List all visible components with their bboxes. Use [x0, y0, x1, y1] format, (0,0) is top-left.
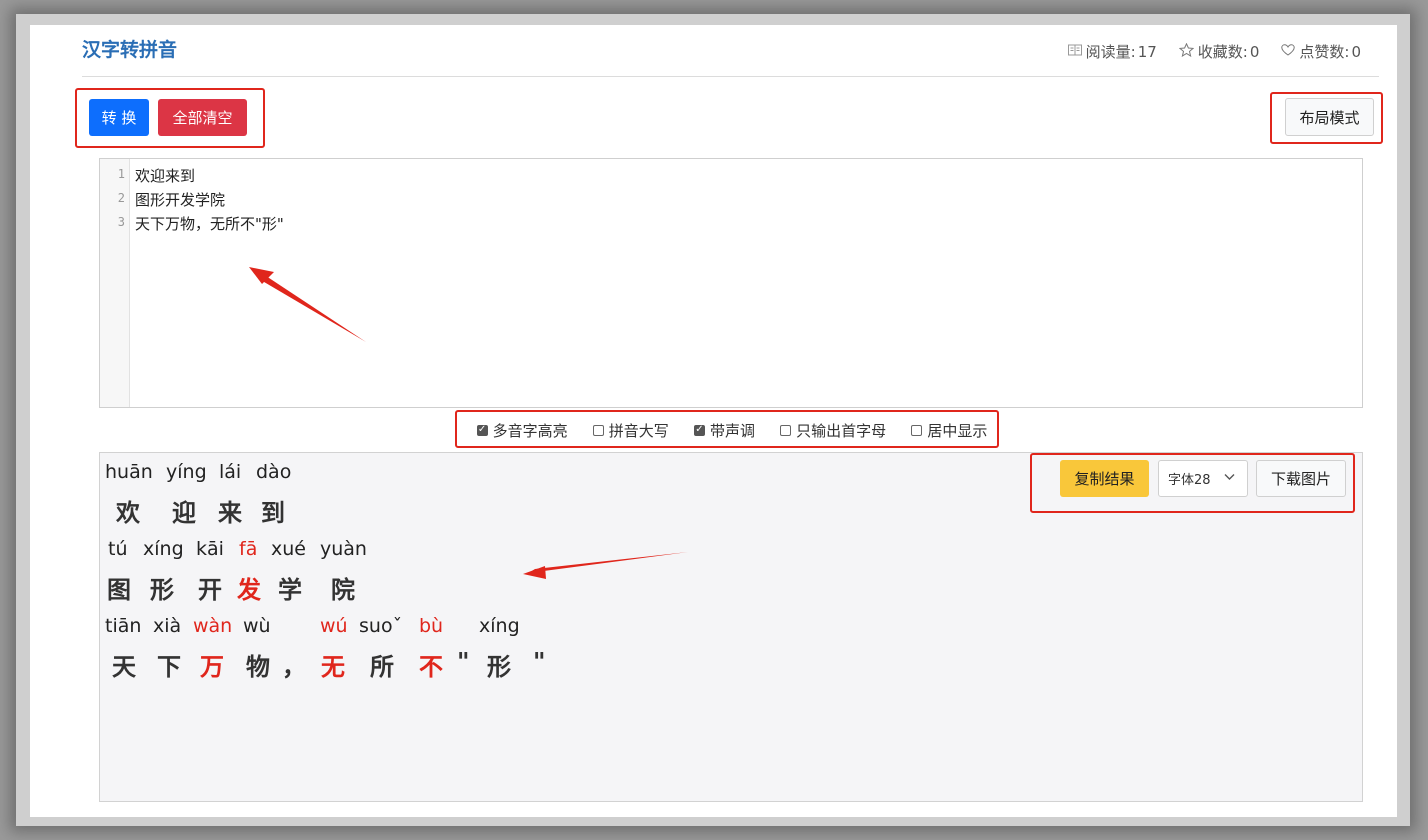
page: 汉字转拼音 阅读量: 17 收藏数: 0 点赞数: 0 转 换 全部清空 布局模…: [30, 25, 1397, 817]
pinyin-syllable: xíng: [143, 538, 184, 560]
annotation-box-result-tools: [1030, 453, 1355, 513]
pinyin-syllable: xià: [153, 615, 182, 637]
pinyin-syllable: wàn: [193, 615, 233, 637]
favorites-label: 收藏数:: [1197, 43, 1248, 61]
hanzi-character: 图: [107, 575, 131, 604]
hanzi-character: ": [533, 647, 546, 676]
hanzi-character: 学: [278, 575, 302, 604]
hanzi-character: 不: [419, 652, 443, 681]
annotation-box-layout: [1270, 92, 1383, 144]
pinyin-syllable: dào: [256, 461, 292, 483]
pinyin-syllable: xíng: [479, 615, 520, 637]
hanzi-character: 形: [487, 652, 511, 681]
annotation-box-options: [455, 410, 999, 448]
hanzi-character: 天: [112, 652, 136, 681]
page-title: 汉字转拼音: [82, 39, 178, 61]
hanzi-character: 到: [261, 498, 285, 527]
hanzi-character: 下: [157, 652, 181, 681]
pinyin-syllable: tiān: [105, 615, 142, 637]
hanzi-character: 形: [150, 575, 174, 604]
reads-value: 17: [1137, 42, 1157, 61]
pinyin-syllable: huān: [105, 461, 153, 483]
pinyin-syllable: fā: [239, 538, 258, 560]
pinyin-syllable: bù: [419, 615, 444, 637]
editor-line[interactable]: 图形开发学院: [135, 189, 225, 210]
hanzi-character: ": [457, 647, 470, 676]
pinyin-syllable: xué: [271, 538, 306, 560]
hanzi-character: 发: [237, 575, 261, 604]
hanzi-character: 万: [200, 652, 224, 681]
annotation-box-toolbar: [75, 88, 265, 148]
favorites-stat: 收藏数: 0: [1178, 41, 1262, 62]
hanzi-character: 开: [198, 575, 222, 604]
pinyin-syllable: tú: [108, 538, 128, 560]
hanzi-character: 迎: [172, 498, 196, 527]
star-icon: [1178, 42, 1195, 61]
line-number: 2: [117, 191, 125, 205]
hanzi-character: 无: [321, 652, 345, 681]
pinyin-syllable: yíng: [166, 461, 207, 483]
book-icon: [1067, 44, 1082, 60]
hanzi-character: ，: [282, 652, 306, 681]
header-divider: [82, 76, 1379, 77]
line-number-gutter: 1 2 3: [100, 159, 130, 407]
pinyin-syllable: yuàn: [320, 538, 367, 560]
likes-label: 点赞数:: [1299, 43, 1350, 61]
pinyin-syllable: kāi: [196, 538, 224, 560]
reads-label: 阅读量:: [1085, 43, 1136, 61]
hanzi-character: 欢: [116, 498, 140, 527]
text-editor[interactable]: 1 2 3 欢迎来到 图形开发学院 天下万物，无所不"形": [99, 158, 1363, 408]
editor-line[interactable]: 天下万物，无所不"形": [135, 213, 284, 234]
line-number: 3: [117, 215, 125, 229]
hanzi-character: 来: [218, 498, 242, 527]
editor-line[interactable]: 欢迎来到: [135, 165, 195, 186]
hanzi-character: 物: [246, 652, 270, 681]
hanzi-character: 所: [370, 652, 394, 681]
hanzi-character: 院: [331, 575, 355, 604]
pinyin-syllable: lái: [219, 461, 242, 483]
likes-value: 0: [1351, 42, 1361, 61]
line-number: 1: [117, 167, 125, 181]
pinyin-syllable: wù: [243, 615, 271, 637]
heart-icon: [1281, 43, 1296, 60]
favorites-value: 0: [1249, 42, 1260, 61]
pinyin-syllable: suoˇ: [359, 615, 403, 637]
pinyin-syllable: wú: [320, 615, 348, 637]
stats-bar: 阅读量: 17 收藏数: 0 点赞数: 0: [1048, 41, 1363, 62]
likes-stat: 点赞数: 0: [1281, 41, 1363, 62]
reads-stat: 阅读量: 17: [1067, 41, 1159, 62]
